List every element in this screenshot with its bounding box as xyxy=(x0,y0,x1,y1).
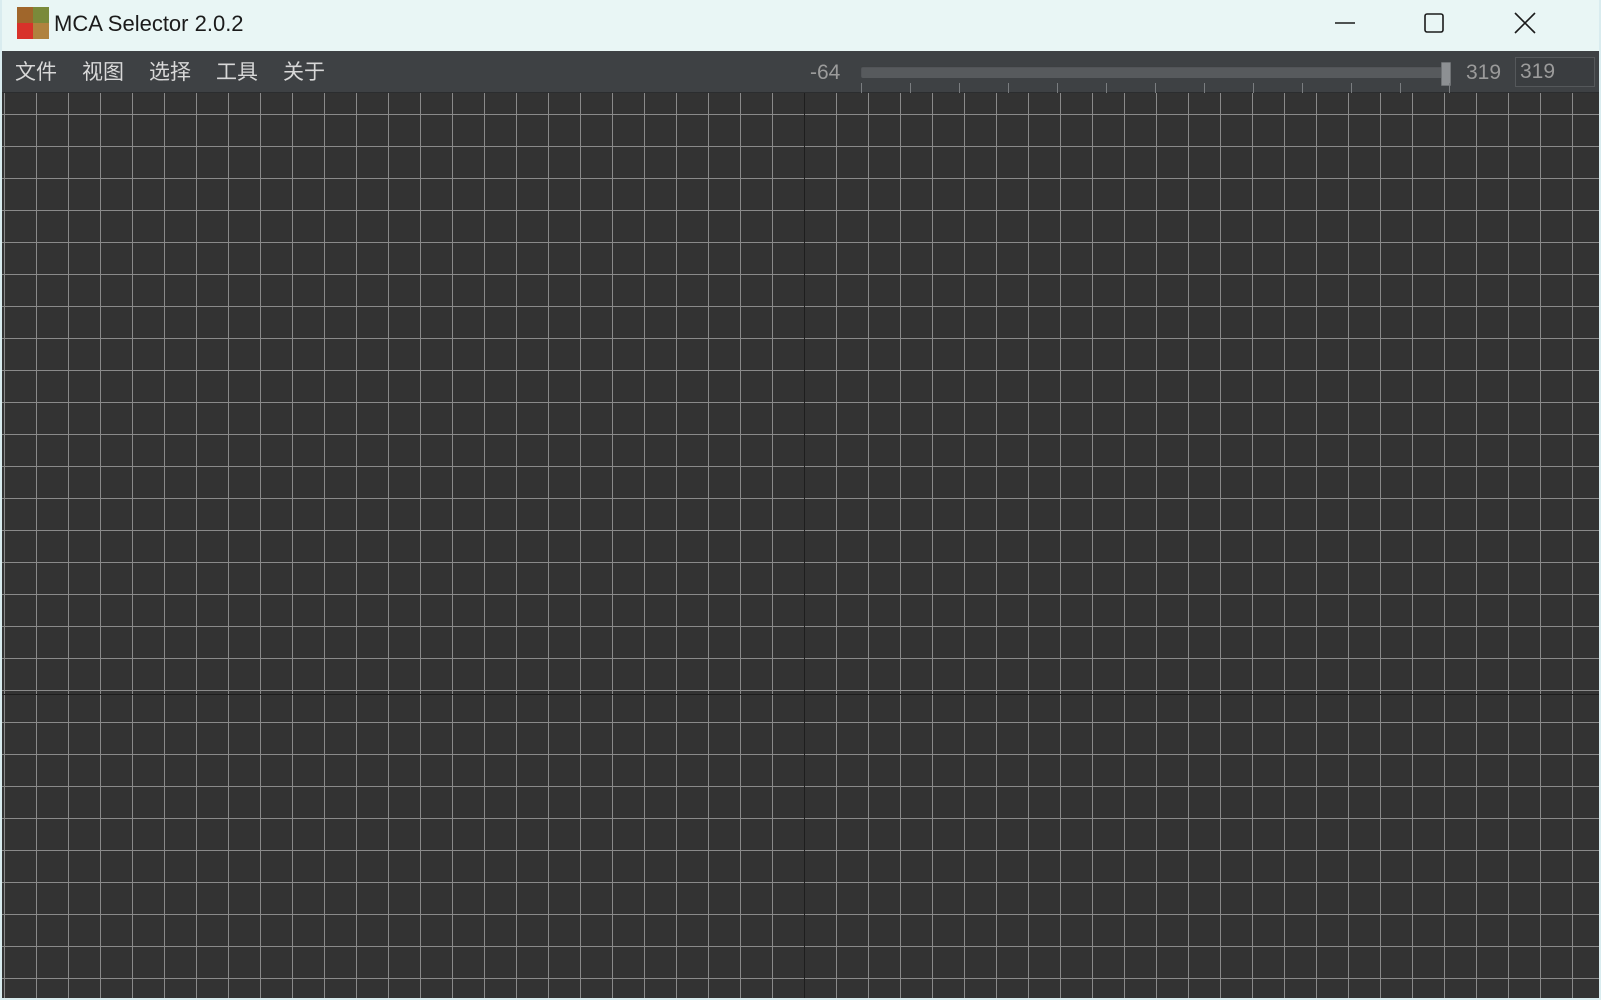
height-slider-tick xyxy=(861,83,862,93)
map-axis-vertical xyxy=(804,93,805,998)
menu-view[interactable]: 视图 xyxy=(82,59,124,85)
app-block-icon xyxy=(17,7,49,39)
menu-items: 文件 视图 选择 工具 关于 xyxy=(15,59,350,85)
height-slider-tick xyxy=(1400,83,1401,93)
height-max-label: 319 xyxy=(1466,61,1502,84)
height-slider-tick xyxy=(1351,83,1352,93)
height-slider-tick xyxy=(1449,83,1450,93)
map-view[interactable] xyxy=(2,93,1599,998)
close-icon xyxy=(1514,12,1536,34)
height-slider-tick xyxy=(959,83,960,93)
height-min-label: -64 xyxy=(810,61,841,84)
menu-about[interactable]: 关于 xyxy=(283,59,325,85)
minimize-button[interactable] xyxy=(1301,0,1389,46)
height-slider[interactable] xyxy=(861,62,1455,93)
height-slider-tick xyxy=(1253,83,1254,93)
menu-tools[interactable]: 工具 xyxy=(216,59,258,85)
window-title: MCA Selector 2.0.2 xyxy=(54,11,244,36)
height-slider-tick xyxy=(1008,83,1009,93)
height-input[interactable] xyxy=(1515,57,1595,87)
height-slider-tick xyxy=(910,83,911,93)
map-axis-horizontal xyxy=(2,694,1599,695)
minimize-icon xyxy=(1335,22,1355,24)
maximize-button[interactable] xyxy=(1390,0,1478,46)
height-slider-tick xyxy=(1204,83,1205,93)
height-slider-tick xyxy=(1302,83,1303,93)
menu-bar: 文件 视图 选择 工具 关于 -64 319 xyxy=(2,51,1599,93)
menu-file[interactable]: 文件 xyxy=(15,59,57,85)
app-window: MCA Selector 2.0.2 文件 视图 选择 工具 关于 -64 31… xyxy=(0,0,1601,1000)
height-slider-track[interactable] xyxy=(861,66,1451,78)
close-button[interactable] xyxy=(1481,0,1569,46)
height-slider-tick xyxy=(1057,83,1058,93)
height-slider-tick xyxy=(1106,83,1107,93)
menu-selection[interactable]: 选择 xyxy=(149,59,191,85)
title-bar[interactable]: MCA Selector 2.0.2 xyxy=(2,0,1599,51)
maximize-icon xyxy=(1424,13,1444,33)
height-slider-tick xyxy=(1155,83,1156,93)
